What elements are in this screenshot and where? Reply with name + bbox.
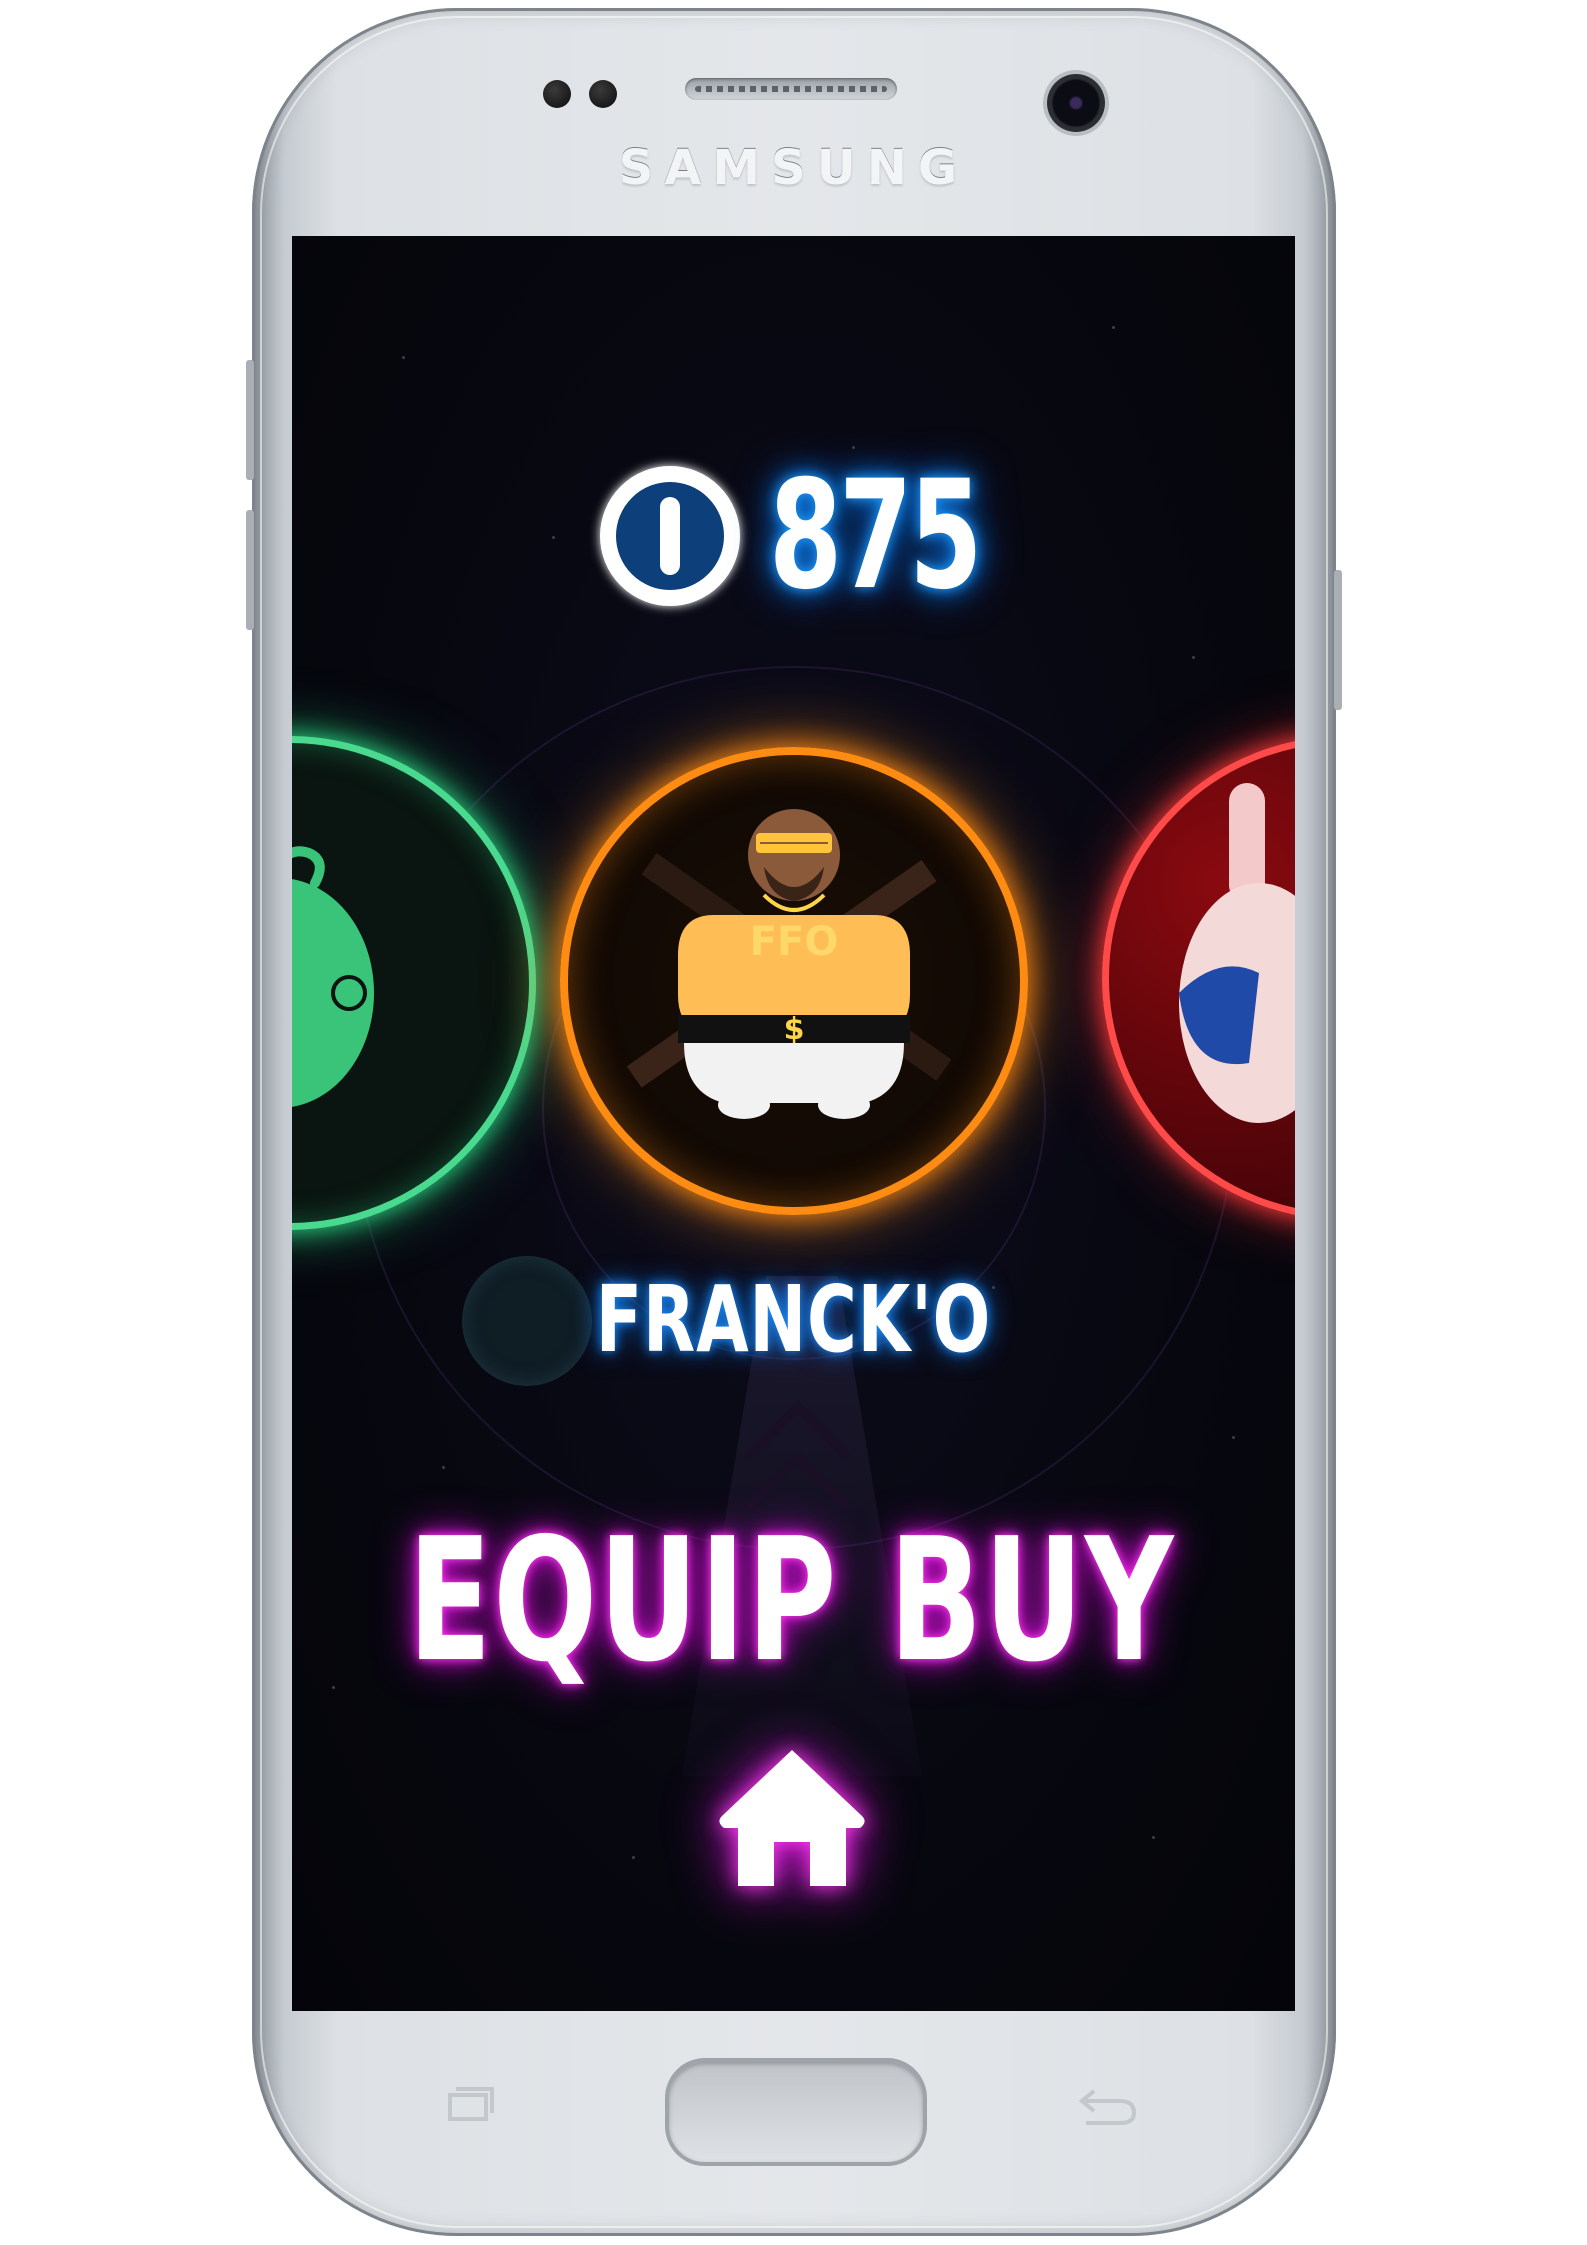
front-camera (1047, 74, 1105, 132)
green-creature-icon (292, 846, 374, 1107)
character-option-right[interactable] (1102, 736, 1295, 1220)
power-button (1334, 570, 1342, 710)
hardware-home-key[interactable] (665, 2058, 927, 2166)
star (402, 356, 405, 359)
coin-icon (599, 466, 740, 606)
back-icon[interactable] (1070, 2085, 1140, 2125)
character-name: FRANCK'O (595, 1266, 992, 1373)
game-screen: 875 FFO $ FRANCK'O EQUIP BUY (292, 236, 1295, 2011)
volume-up-button (246, 360, 254, 480)
franck-o-avatar: FFO $ (626, 809, 952, 1119)
sensor-dot-left (543, 80, 571, 108)
character-option-selected[interactable]: FFO $ (560, 747, 1028, 1215)
buy-button[interactable]: BUY (888, 1516, 1176, 1686)
star (1232, 1436, 1235, 1439)
star (1112, 326, 1115, 329)
equip-button[interactable]: EQUIP (408, 1516, 836, 1686)
shirt-logo: FFO (750, 919, 839, 965)
star (1152, 1836, 1155, 1839)
home-icon[interactable] (712, 1736, 872, 1896)
star (632, 1856, 635, 1859)
recent-apps-icon[interactable] (440, 2085, 496, 2125)
red-character-icon (1179, 783, 1295, 1123)
character-option-left[interactable] (292, 736, 536, 1230)
brand-logo: SAMSUNG (618, 140, 969, 196)
coin-balance: 875 (768, 449, 982, 623)
earpiece-speaker (685, 78, 897, 100)
star (1192, 656, 1195, 659)
star (332, 1686, 335, 1689)
coin-counter: 875 (292, 446, 1295, 626)
star (442, 1466, 445, 1469)
sensor-dot-right (589, 80, 617, 108)
volume-down-button (246, 510, 254, 630)
belt-buckle: $ (784, 1012, 805, 1047)
